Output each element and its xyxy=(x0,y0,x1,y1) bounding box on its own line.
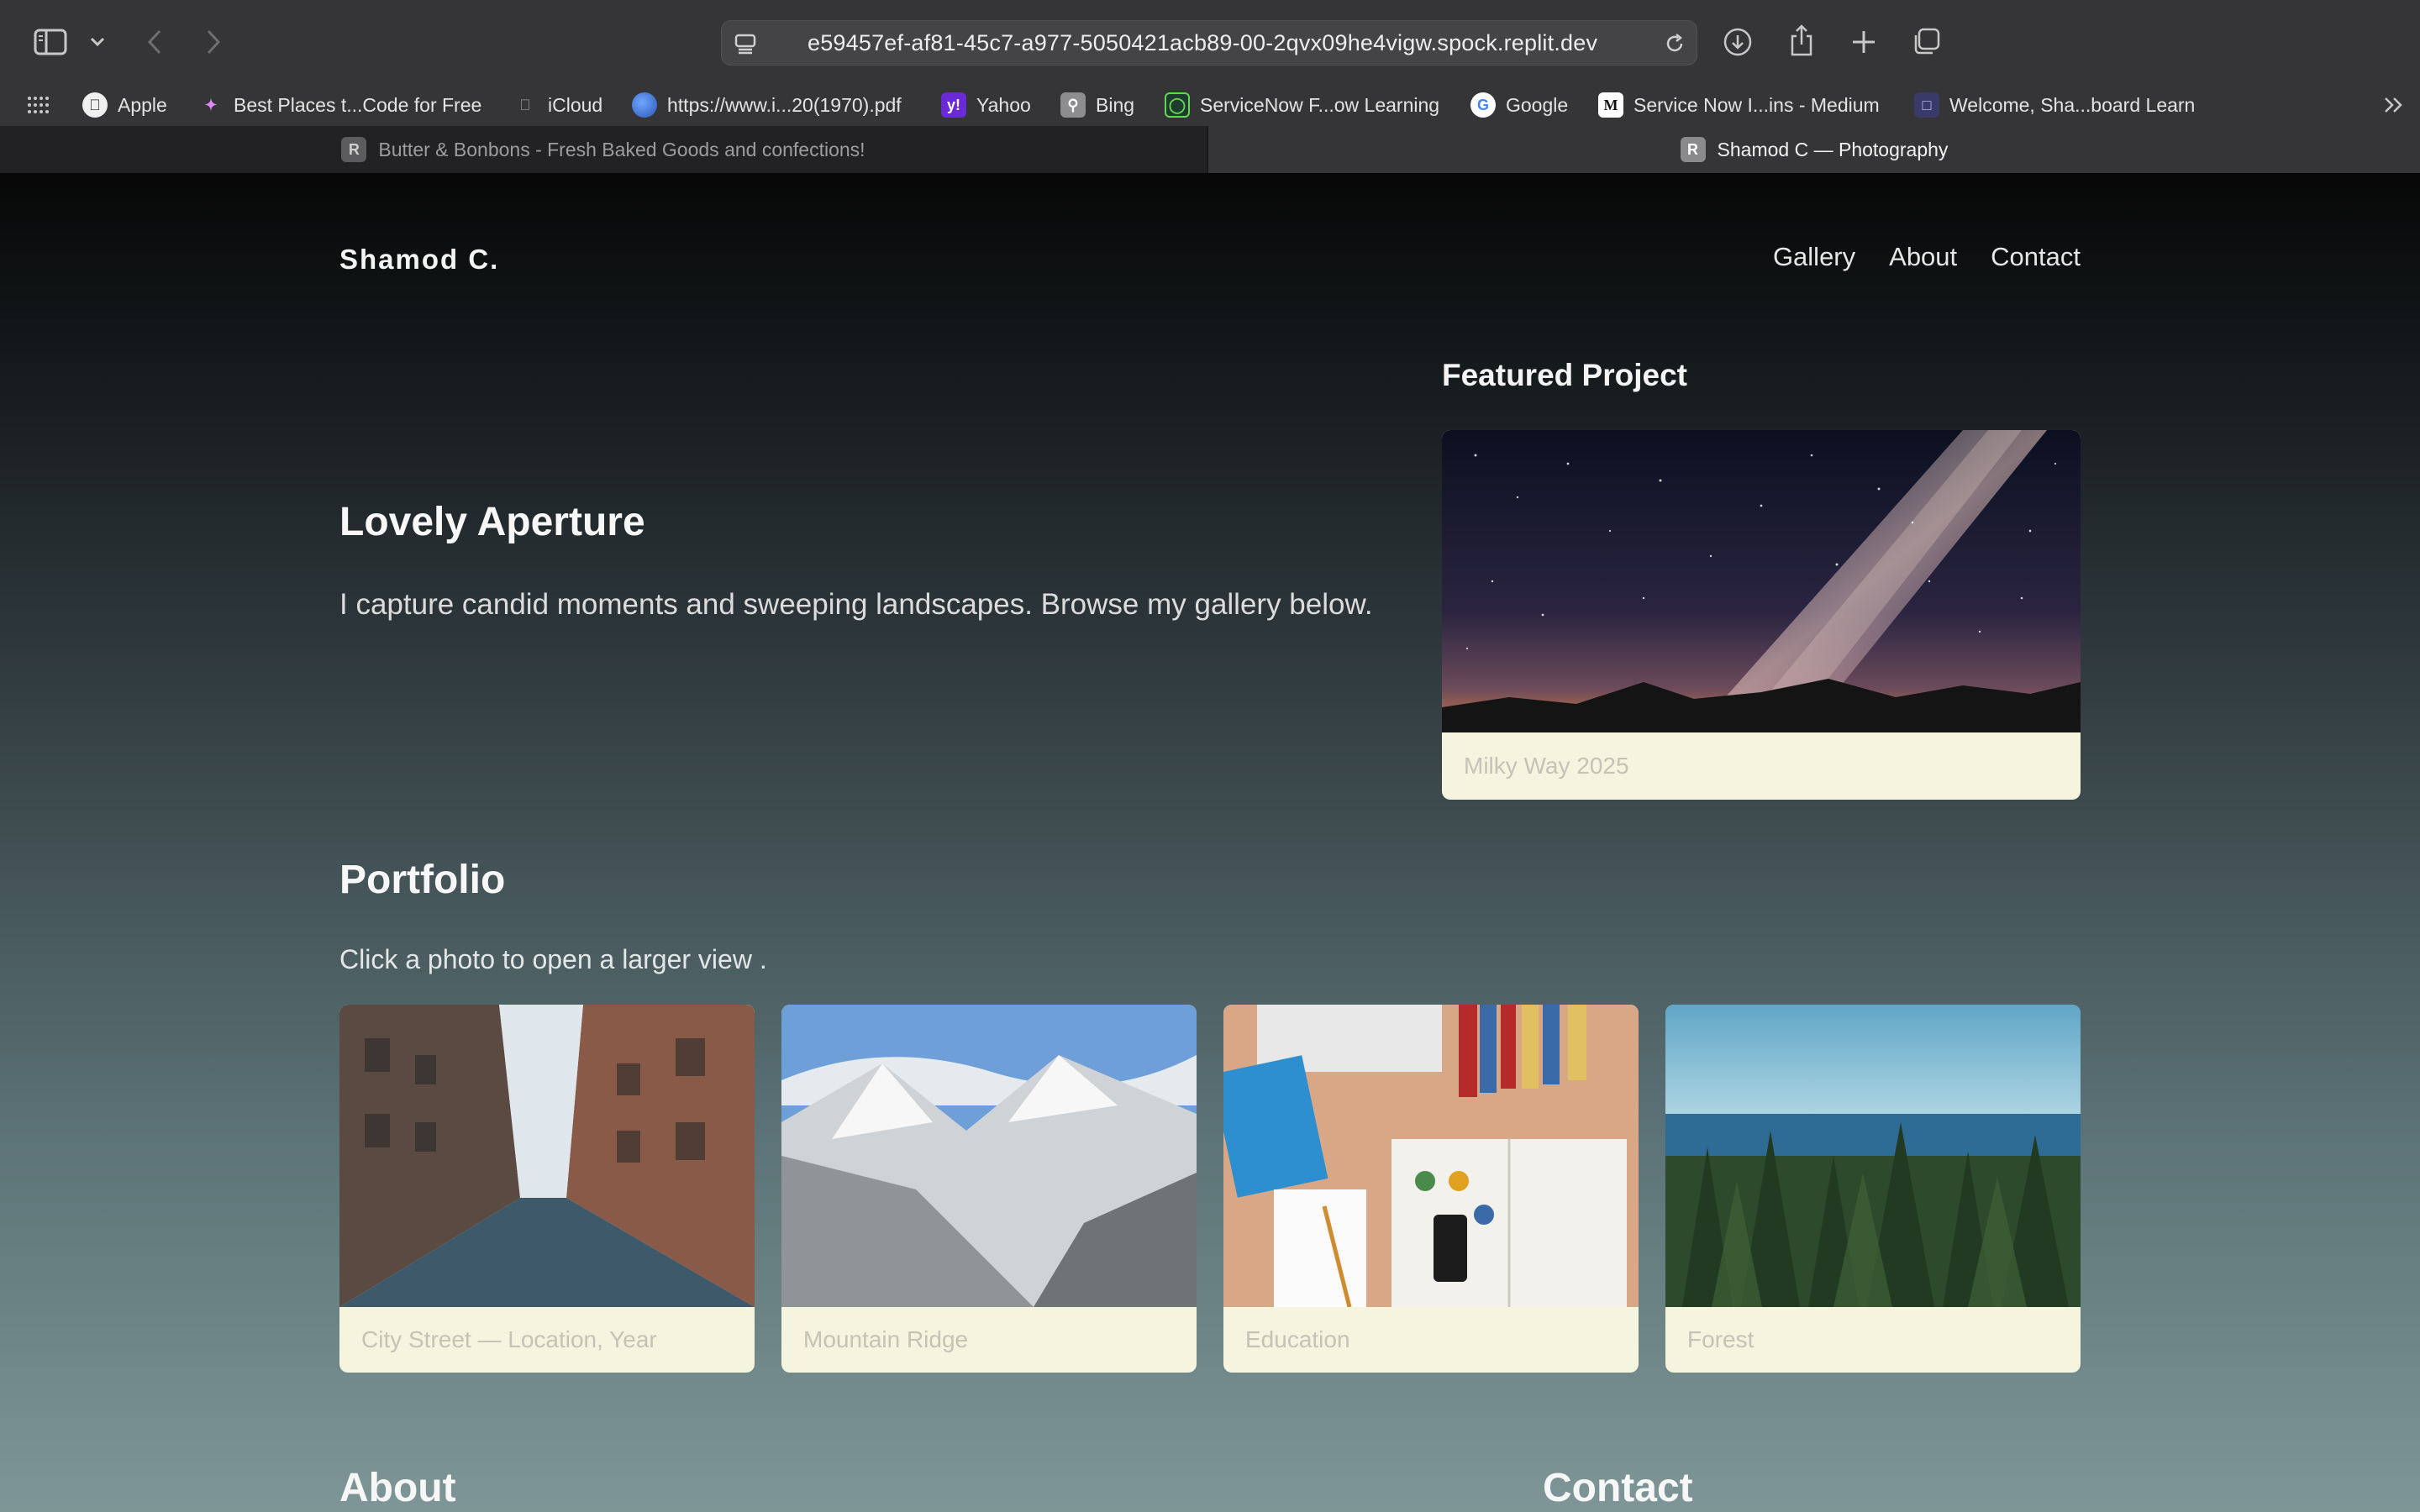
milky-way-photo[interactable] xyxy=(1442,430,2081,732)
featured-heading: Featured Project xyxy=(1442,358,1687,392)
sparkle-icon: ✦ xyxy=(204,96,218,113)
bookmark-blackboard[interactable]: □ Welcome, Sha...board Learn xyxy=(1914,84,2195,126)
about-heading: About xyxy=(339,1466,456,1510)
google-icon: G xyxy=(1470,92,1496,118)
featured-caption: Milky Way 2025 xyxy=(1464,753,1629,779)
browser-toolbar: e59457ef-af81-45c7-a977-5050421acb89-00-… xyxy=(0,0,2420,84)
bookmark-label: Best Places t...Code for Free xyxy=(234,93,482,116)
bookmark-medium[interactable]: M Service Now I...ins - Medium xyxy=(1598,84,1880,126)
blackboard-icon: □ xyxy=(1914,92,1939,118)
page-settings-icon[interactable] xyxy=(732,30,759,57)
mountain-ridge-photo[interactable] xyxy=(781,1005,1197,1307)
new-tab-icon[interactable] xyxy=(1847,25,1881,59)
downloads-icon[interactable] xyxy=(1721,25,1754,59)
portfolio-caption: Mountain Ridge xyxy=(803,1326,969,1352)
bookmark-best-places[interactable]: ✦ Best Places t...Code for Free xyxy=(198,84,481,126)
portfolio-card[interactable]: Education xyxy=(1223,1005,1639,1373)
education-photo[interactable] xyxy=(1223,1005,1639,1308)
servicenow-icon: ◯ xyxy=(1165,92,1190,118)
tab-title: Shamod C — Photography xyxy=(1717,138,1949,160)
reload-icon[interactable] xyxy=(1661,30,1688,57)
portfolio-caption: City Street — Location, Year xyxy=(361,1326,657,1352)
portfolio-heading: Portfolio xyxy=(339,858,506,902)
apple-icon:  xyxy=(513,92,538,118)
site-nav: Gallery About Contact xyxy=(1773,242,2081,272)
city-street-photo[interactable] xyxy=(339,1005,755,1307)
bookmark-label: https://www.i...20(1970).pdf xyxy=(667,93,902,116)
tab-title: Butter & Bonbons - Fresh Baked Goods and… xyxy=(378,138,865,160)
portfolio-caption: Education xyxy=(1245,1326,1350,1352)
bookmark-label: Welcome, Sha...board Learn xyxy=(1949,93,2196,116)
replit-favicon: R xyxy=(1680,137,1706,162)
replit-favicon: R xyxy=(341,137,367,162)
bookmark-label: Service Now I...ins - Medium xyxy=(1634,93,1880,116)
contact-heading: Contact xyxy=(1543,1466,1693,1510)
chevron-down-icon[interactable] xyxy=(86,30,109,54)
yahoo-icon: y! xyxy=(941,92,966,118)
hero-subtitle: I capture candid moments and sweeping la… xyxy=(339,588,1373,621)
forward-icon[interactable] xyxy=(198,25,229,59)
bing-icon: ⚲ xyxy=(1060,92,1086,118)
portfolio-caption: Forest xyxy=(1687,1326,1754,1352)
bookmark-pdf[interactable]: https://www.i...20(1970).pdf xyxy=(632,84,902,126)
bookmark-label: Bing xyxy=(1096,93,1135,116)
nav-link-about[interactable]: About xyxy=(1889,242,1957,272)
bookmark-label: Yahoo xyxy=(976,93,1031,116)
bookmark-apple[interactable]:  Apple xyxy=(82,84,167,126)
apple-icon:  xyxy=(82,92,108,118)
globe-icon xyxy=(632,92,657,118)
address-bar[interactable]: e59457ef-af81-45c7-a977-5050421acb89-00-… xyxy=(721,20,1697,66)
bookmark-label: Google xyxy=(1506,93,1569,116)
bookmark-label: iCloud xyxy=(548,93,603,116)
bookmark-bing[interactable]: ⚲ Bing xyxy=(1060,84,1134,126)
bookmarks-bar:  Apple ✦ Best Places t...Code for Free … xyxy=(0,84,2420,126)
portfolio-subtitle: Click a photo to open a larger view . xyxy=(339,944,767,974)
bookmark-label: ServiceNow F...ow Learning xyxy=(1200,93,1440,116)
grid-apps-icon[interactable] xyxy=(25,92,50,118)
tab-bar: R Butter & Bonbons - Fresh Baked Goods a… xyxy=(0,126,2420,173)
site-brand[interactable]: Shamod C. xyxy=(339,244,499,276)
url-text[interactable]: e59457ef-af81-45c7-a977-5050421acb89-00-… xyxy=(808,21,1597,65)
medium-icon: M xyxy=(1598,92,1623,118)
bookmark-yahoo[interactable]: y! Yahoo xyxy=(941,84,1031,126)
bookmark-label: Apple xyxy=(118,93,167,116)
forest-photo[interactable] xyxy=(1665,1005,2081,1307)
portfolio-card[interactable]: City Street — Location, Year xyxy=(339,1005,755,1373)
more-bookmarks-icon[interactable] xyxy=(2380,92,2408,118)
bookmark-google[interactable]: G Google xyxy=(1470,84,1568,126)
sidebar-toggle-icon[interactable] xyxy=(32,25,69,59)
nav-link-contact[interactable]: Contact xyxy=(1991,242,2081,272)
bookmark-servicenow[interactable]: ◯ ServiceNow F...ow Learning xyxy=(1165,84,1439,126)
tab-shamod-photography[interactable]: R Shamod C — Photography xyxy=(1208,126,2420,173)
nav-link-gallery[interactable]: Gallery xyxy=(1773,242,1855,272)
hero-title: Lovely Aperture xyxy=(339,500,645,544)
featured-card[interactable]: Milky Way 2025 xyxy=(1442,430,2081,800)
bookmark-icloud[interactable]:  iCloud xyxy=(513,84,602,126)
web-page: Shamod C. Gallery About Contact Lovely A… xyxy=(0,173,2420,1512)
portfolio-card[interactable]: Forest xyxy=(1665,1005,2081,1373)
tab-overview-icon[interactable] xyxy=(1909,25,1943,59)
back-icon[interactable] xyxy=(139,25,170,59)
share-icon[interactable] xyxy=(1785,22,1818,59)
tab-butter-bonbons[interactable]: R Butter & Bonbons - Fresh Baked Goods a… xyxy=(0,126,1208,173)
portfolio-card[interactable]: Mountain Ridge xyxy=(781,1005,1197,1373)
